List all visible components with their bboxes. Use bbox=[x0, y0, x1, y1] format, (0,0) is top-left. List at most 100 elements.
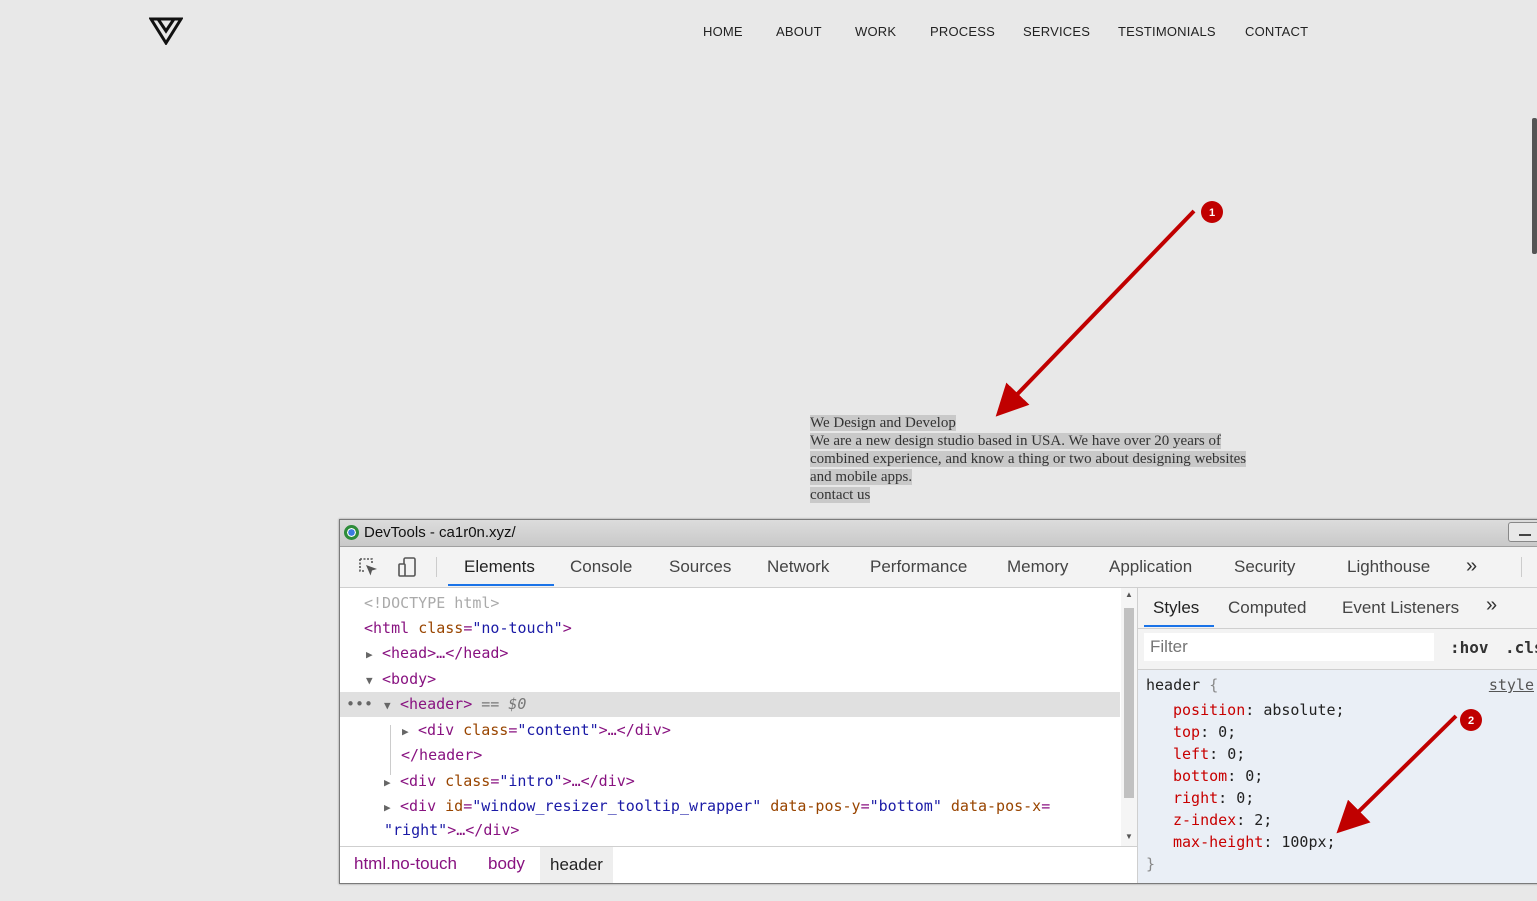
tag-text: <div bbox=[400, 772, 437, 790]
breadcrumb-html[interactable]: html.no-touch bbox=[354, 854, 457, 874]
attr-name: data-pos-y bbox=[770, 797, 861, 815]
tab-lighthouse[interactable]: Lighthouse bbox=[1347, 557, 1430, 577]
nav-process[interactable]: PROCESS bbox=[930, 24, 995, 39]
dom-node-head[interactable]: ▶ <head>…</head> bbox=[366, 641, 1146, 666]
annotation-badge-1 bbox=[1201, 201, 1223, 223]
node-actions-icon[interactable]: ••• bbox=[346, 692, 373, 717]
attr-value: "content" bbox=[517, 721, 599, 739]
minimize-button[interactable] bbox=[1508, 522, 1537, 542]
scroll-thumb[interactable] bbox=[1124, 608, 1134, 798]
attr-value: "no-touch" bbox=[472, 619, 563, 637]
expanded-triangle-icon[interactable]: ▼ bbox=[384, 693, 400, 718]
attr-name: class bbox=[445, 772, 491, 790]
devtools-titlebar[interactable]: DevTools - ca1r0n.xyz/ bbox=[340, 520, 1537, 547]
dom-node-doctype[interactable]: <!DOCTYPE html> bbox=[364, 591, 1144, 616]
filter-bar: :hov .cls bbox=[1138, 629, 1537, 670]
collapsed-triangle-icon[interactable]: ▶ bbox=[366, 642, 382, 667]
collapsed-triangle-icon[interactable]: ▶ bbox=[384, 770, 400, 795]
tab-security[interactable]: Security bbox=[1234, 557, 1295, 577]
dom-node-resizer-cont[interactable]: "right">…</div> bbox=[384, 818, 1164, 843]
breadcrumb: html.no-touch body header bbox=[340, 846, 1137, 883]
page-scrollbar[interactable] bbox=[1532, 118, 1537, 254]
dom-node-body[interactable]: ▼ <body> bbox=[366, 667, 1146, 692]
active-tab-indicator bbox=[1144, 625, 1214, 627]
styles-tabs: Styles Computed Event Listeners » bbox=[1138, 588, 1537, 629]
tag-text: <body> bbox=[382, 670, 437, 688]
chrome-icon bbox=[344, 525, 359, 540]
tag-text: </header> bbox=[401, 746, 483, 764]
expanded-triangle-icon[interactable]: ▼ bbox=[366, 668, 382, 693]
styles-pane: Styles Computed Event Listeners » :hov .… bbox=[1138, 588, 1537, 883]
style-declaration[interactable]: max-height: 100px; bbox=[1173, 833, 1336, 851]
nav-work[interactable]: WORK bbox=[855, 24, 896, 39]
nav-testimonials[interactable]: TESTIMONIALS bbox=[1118, 24, 1216, 39]
dom-node-html[interactable]: <html class="no-touch"> bbox=[364, 616, 1144, 641]
style-declaration[interactable]: bottom: 0; bbox=[1173, 767, 1263, 785]
attr-value: "intro" bbox=[499, 772, 563, 790]
style-declaration[interactable]: left: 0; bbox=[1173, 745, 1245, 763]
tab-styles[interactable]: Styles bbox=[1153, 598, 1199, 618]
dom-node-intro[interactable]: ▶ <div class="intro">…</div> bbox=[384, 769, 1164, 794]
style-declaration[interactable]: right: 0; bbox=[1173, 789, 1254, 807]
tag-text: >…</div> bbox=[447, 821, 520, 839]
tree-guide-line bbox=[390, 725, 391, 775]
selected-node-marker: == $0 bbox=[481, 695, 527, 713]
style-rule: header { style position: absolute; top: … bbox=[1138, 670, 1537, 883]
elements-scrollbar[interactable]: ▲ ▼ bbox=[1121, 588, 1137, 846]
contact-us-link[interactable]: contact us bbox=[810, 487, 871, 503]
collapsed-triangle-icon[interactable]: ▶ bbox=[384, 795, 400, 820]
dom-node-content[interactable]: ▶ <div class="content">…</div> bbox=[402, 718, 1182, 743]
annotation-number-1: 1 bbox=[1209, 207, 1215, 219]
tab-console[interactable]: Console bbox=[570, 557, 632, 577]
breadcrumb-header[interactable]: header bbox=[540, 847, 613, 883]
cls-toggle[interactable]: .cls bbox=[1505, 638, 1537, 657]
rule-selector[interactable]: header { bbox=[1146, 676, 1218, 694]
more-tabs-icon[interactable]: » bbox=[1466, 555, 1477, 578]
tag-text: <div bbox=[400, 797, 437, 815]
toolbar-divider bbox=[436, 557, 437, 577]
tab-elements[interactable]: Elements bbox=[464, 557, 535, 577]
dom-node-header-selected[interactable]: ••• ▼ <header> == $0 bbox=[340, 692, 1120, 717]
devtools-toolbar: Elements Console Sources Network Perform… bbox=[340, 547, 1537, 588]
style-declaration[interactable]: top: 0; bbox=[1173, 723, 1236, 741]
attr-value: "right" bbox=[384, 821, 448, 839]
tag-text: <html bbox=[364, 619, 410, 637]
nav-home[interactable]: HOME bbox=[703, 24, 743, 39]
site-logo[interactable] bbox=[149, 17, 183, 45]
intro-text-line: and mobile apps. bbox=[810, 469, 913, 485]
nav-services[interactable]: SERVICES bbox=[1023, 24, 1090, 39]
dom-node-header-close[interactable]: </header> bbox=[401, 743, 1181, 768]
nav-about[interactable]: ABOUT bbox=[776, 24, 822, 39]
tab-memory[interactable]: Memory bbox=[1007, 557, 1068, 577]
rule-source-link[interactable]: style bbox=[1489, 676, 1534, 694]
inspect-element-icon[interactable] bbox=[357, 556, 379, 578]
tab-application[interactable]: Application bbox=[1109, 557, 1192, 577]
tab-computed[interactable]: Computed bbox=[1228, 598, 1306, 618]
collapsed-triangle-icon[interactable]: ▶ bbox=[402, 719, 418, 744]
annotation-arrow-1 bbox=[995, 209, 1196, 417]
tab-network[interactable]: Network bbox=[767, 557, 829, 577]
more-tabs-icon[interactable]: » bbox=[1486, 594, 1497, 617]
styles-filter-input[interactable] bbox=[1144, 633, 1434, 661]
style-declaration[interactable]: z-index: 2; bbox=[1173, 811, 1272, 829]
tag-text: <div bbox=[418, 721, 455, 739]
active-tab-indicator bbox=[448, 584, 554, 586]
breadcrumb-body[interactable]: body bbox=[488, 854, 525, 874]
elements-tree: <!DOCTYPE html> <html class="no-touch"> … bbox=[340, 588, 1137, 846]
intro-heading: We Design and Develop bbox=[810, 415, 956, 431]
scroll-up-icon[interactable]: ▲ bbox=[1125, 590, 1133, 599]
style-declaration[interactable]: position: absolute; bbox=[1173, 701, 1345, 719]
dom-node-resizer[interactable]: ▶ <div id="window_resizer_tooltip_wrapper… bbox=[384, 794, 1164, 819]
scroll-down-icon[interactable]: ▼ bbox=[1125, 832, 1133, 841]
device-toolbar-icon[interactable] bbox=[396, 556, 418, 578]
attr-value: "bottom" bbox=[869, 797, 942, 815]
devtools-window: DevTools - ca1r0n.xyz/ Elements Console … bbox=[339, 519, 1537, 884]
tab-event-listeners[interactable]: Event Listeners bbox=[1342, 598, 1459, 618]
doctype-text: <!DOCTYPE html> bbox=[364, 594, 500, 612]
attr-name: class bbox=[418, 619, 464, 637]
nav-contact[interactable]: CONTACT bbox=[1245, 24, 1308, 39]
tab-sources[interactable]: Sources bbox=[669, 557, 731, 577]
attr-name: data-pos-x bbox=[950, 797, 1042, 815]
tab-performance[interactable]: Performance bbox=[870, 557, 967, 577]
hov-toggle[interactable]: :hov bbox=[1450, 638, 1489, 657]
